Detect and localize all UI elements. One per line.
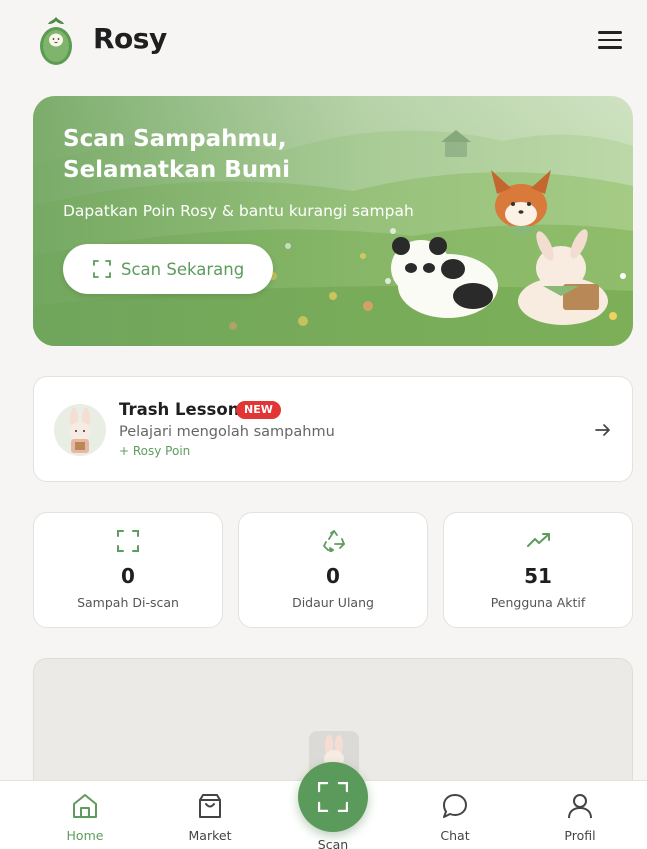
trending-up-icon — [527, 533, 550, 547]
arrow-right-icon — [595, 424, 610, 436]
stat-card-active-users: 51 Pengguna Aktif — [443, 512, 633, 628]
nav-profile-label: Profil — [564, 828, 596, 843]
top-bar: Rosy — [0, 0, 647, 82]
hero-banner: Scan Sampahmu, Selamatkan Bumi Dapatkan … — [33, 96, 633, 346]
avocado-mascot-icon — [40, 17, 72, 65]
new-badge: NEW — [236, 401, 281, 419]
hero-subtitle: Dapatkan Poin Rosy & bantu kurangi sampa… — [63, 202, 414, 220]
nav-market-label: Market — [188, 828, 232, 843]
nav-scan-label: Scan — [317, 837, 349, 849]
nav-chat[interactable]: Chat — [415, 781, 495, 849]
bunny-mascot-avatar — [54, 404, 106, 456]
user-icon — [568, 794, 592, 819]
stat-value: 0 — [121, 564, 135, 588]
scan-now-label: Scan Sekarang — [121, 259, 245, 279]
stat-label: Sampah Di-scan — [77, 595, 179, 610]
scan-frame-icon — [117, 530, 139, 552]
lesson-points: + Rosy Poin — [119, 444, 191, 458]
nav-home[interactable]: Home — [45, 781, 125, 849]
app-title: Rosy — [93, 22, 167, 55]
nav-home-label: Home — [66, 828, 104, 843]
chat-bubble-icon — [443, 794, 467, 818]
hamburger-menu-icon[interactable] — [598, 31, 622, 51]
scan-frame-icon — [318, 782, 348, 812]
stat-card-scanned: 0 Sampah Di-scan — [33, 512, 223, 628]
nav-profile[interactable]: Profil — [540, 781, 620, 849]
stat-value: 51 — [524, 564, 552, 588]
stat-value: 0 — [326, 564, 340, 588]
scan-now-button[interactable]: Scan Sekarang — [63, 244, 273, 294]
recycle-icon — [323, 530, 345, 552]
stat-card-recycled: 0 Didaur Ulang — [238, 512, 428, 628]
stat-label: Pengguna Aktif — [490, 595, 586, 610]
hero-title: Scan Sampahmu, Selamatkan Bumi — [63, 126, 291, 183]
lesson-description: Pelajari mengolah sampahmu — [119, 424, 335, 440]
stat-label: Didaur Ulang — [292, 595, 374, 610]
scan-fab-button[interactable] — [298, 762, 368, 832]
nav-chat-label: Chat — [440, 828, 470, 843]
trash-lesson-card[interactable]: Trash Lesson NEW Pelajari mengolah sampa… — [33, 376, 633, 482]
lesson-title: Trash Lesson — [119, 400, 240, 419]
nav-market[interactable]: Market — [170, 781, 250, 849]
home-icon — [73, 794, 97, 818]
scan-frame-icon — [93, 260, 111, 278]
shopping-bag-icon — [199, 794, 221, 818]
